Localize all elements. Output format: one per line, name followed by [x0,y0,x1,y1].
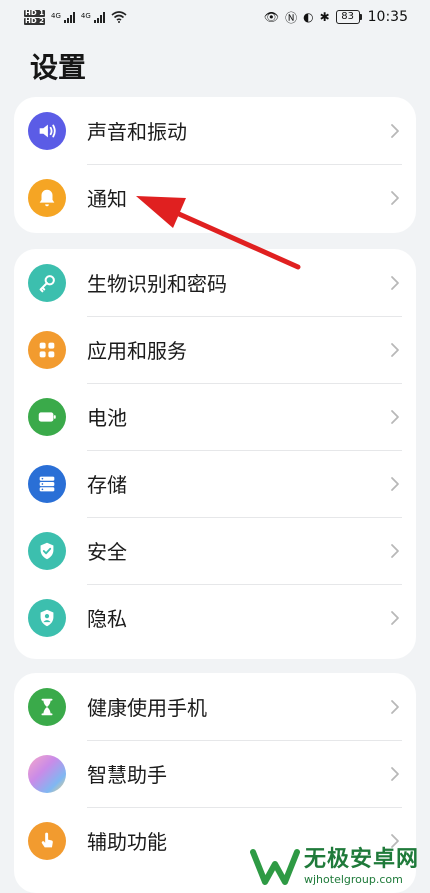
page-title: 设置 [30,51,87,84]
status-time: 10:35 [367,9,408,25]
battery-level: 83 [335,10,360,24]
watermark-logo-icon [250,848,300,885]
watermark-url: wjhotelgroup.com [304,873,403,886]
speaker-icon [28,111,66,150]
signal-bars-icon [93,11,105,23]
signal-2: 4G [80,11,105,23]
bluetooth-icon: ✱ [319,10,330,24]
chevron-right-icon [391,610,399,625]
privacy-shield-icon [28,598,66,637]
settings-item-storage[interactable]: 存储 [14,450,416,517]
watermark: 无极安卓网 wjhotelgroup.com [250,840,430,893]
settings-item-digital-balance[interactable]: 健康使用手机 [14,673,416,740]
chevron-right-icon [391,476,399,491]
settings-item-privacy[interactable]: 隐私 [14,584,416,651]
hand-touch-icon [28,821,66,860]
settings-item-label: 安全 [87,540,127,564]
chevron-right-icon [391,275,399,290]
hourglass-icon [28,687,66,726]
network-type-1: 4G [50,11,61,20]
settings-item-battery[interactable]: 电池 [14,383,416,450]
settings-item-notifications[interactable]: 通知 [14,164,416,231]
signal-bars-icon [63,11,75,23]
status-bar-right: 👁 Ⓝ ◐ ✱ 83 10:35 [264,9,408,26]
settings-item-label: 电池 [87,406,127,430]
apps-grid-icon [28,330,66,369]
chevron-right-icon [391,409,399,424]
settings-item-sound-vibration[interactable]: 声音和振动 [14,97,416,164]
settings-item-label: 存储 [87,473,127,497]
hd-sim-icon: HD 1 HD 2 [24,8,45,25]
settings-item-label: 智慧助手 [87,763,167,787]
settings-item-biometrics-password[interactable]: 生物识别和密码 [14,249,416,316]
chevron-right-icon [391,699,399,714]
status-bar: HD 1 HD 2 4G 4G 👁 Ⓝ ◐ ✱ 83 10:35 [0,0,430,34]
wifi-icon [111,11,127,23]
chevron-right-icon [391,123,399,138]
settings-item-apps-services[interactable]: 应用和服务 [14,316,416,383]
settings-item-label: 通知 [87,187,127,211]
battery-indicator: 83 [335,10,362,24]
status-bar-left: HD 1 HD 2 4G 4G [24,8,127,25]
settings-item-label: 应用和服务 [87,339,187,363]
settings-item-label: 健康使用手机 [87,696,207,720]
signal-1: 4G [50,11,75,23]
settings-group-2: 生物识别和密码 应用和服务 电池 存储 安全 隐私 [14,249,416,659]
chevron-right-icon [391,342,399,357]
chevron-right-icon [391,543,399,558]
watermark-name: 无极安卓网 [304,847,420,872]
chevron-right-icon [391,766,399,781]
watermark-text: 无极安卓网 wjhotelgroup.com [304,847,419,886]
settings-group-1: 声音和振动 通知 [14,97,416,233]
settings-item-security[interactable]: 安全 [14,517,416,584]
settings-item-label: 隐私 [87,607,127,631]
settings-item-label: 生物识别和密码 [87,272,227,296]
nfc-icon: Ⓝ [285,10,298,25]
assistant-orb-icon [28,754,66,793]
do-not-disturb-icon: ◐ [303,10,314,24]
settings-item-label: 声音和振动 [87,120,187,144]
network-type-2: 4G [80,11,91,20]
eye-icon: 👁 [263,10,280,24]
settings-item-smart-assistant[interactable]: 智慧助手 [14,740,416,807]
shield-check-icon [28,531,66,570]
bell-icon [28,178,66,217]
storage-icon [28,464,66,503]
key-icon [28,263,66,302]
chevron-right-icon [391,190,399,205]
battery-icon [28,397,66,436]
